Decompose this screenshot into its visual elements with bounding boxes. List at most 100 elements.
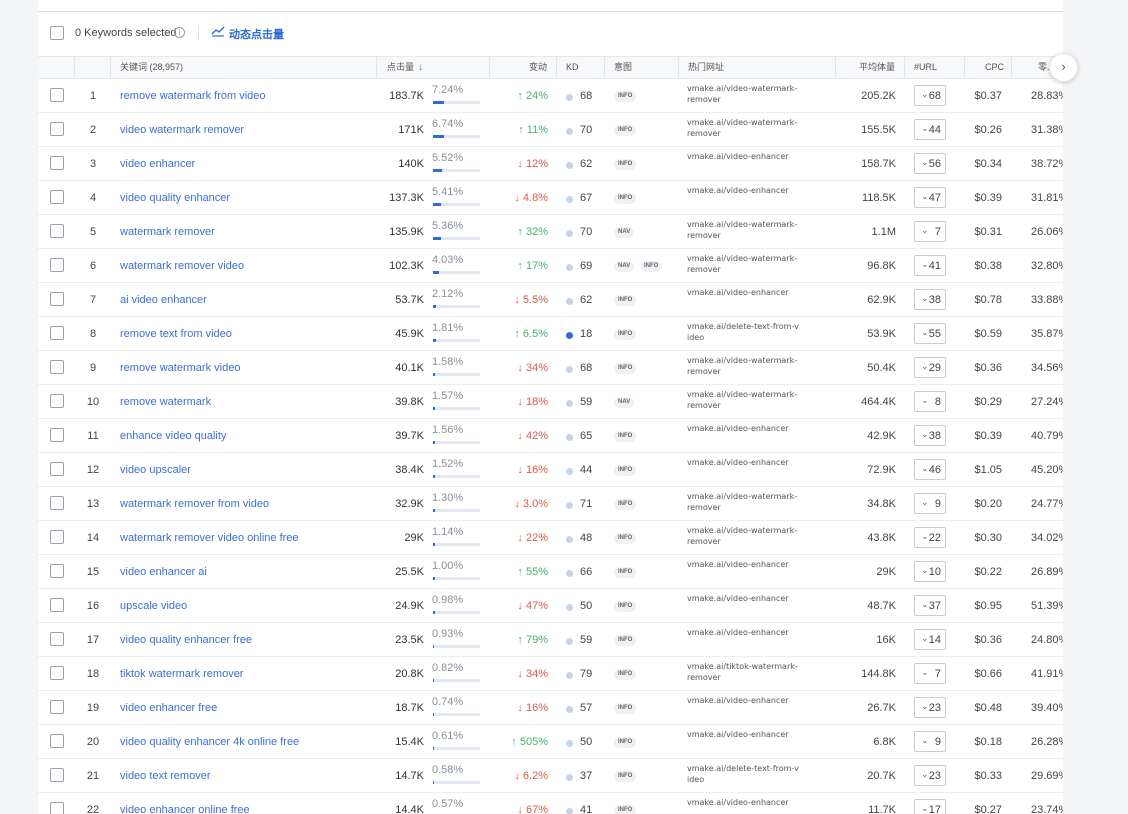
top-url-link[interactable]: vmake.ai/video-watermark-remover bbox=[687, 525, 799, 547]
row-checkbox[interactable] bbox=[50, 326, 64, 340]
top-url-link[interactable]: vmake.ai/video-watermark-remover bbox=[687, 491, 799, 513]
keyword-link[interactable]: ai video enhancer bbox=[120, 294, 207, 306]
row-checkbox[interactable] bbox=[50, 768, 64, 782]
row-checkbox[interactable] bbox=[50, 632, 64, 646]
url-count-dropdown[interactable]: ⌄ 38 bbox=[914, 425, 946, 446]
row-checkbox[interactable] bbox=[50, 292, 64, 306]
row-checkbox[interactable] bbox=[50, 700, 64, 714]
keyword-link[interactable]: video upscaler bbox=[120, 464, 191, 476]
row-checkbox[interactable] bbox=[50, 802, 64, 814]
row-checkbox[interactable] bbox=[50, 224, 64, 238]
keyword-link[interactable]: video text remover bbox=[120, 770, 210, 782]
table-row[interactable]: 6 watermark remover video 102.3K 4.03% ↑ 17%… bbox=[38, 249, 1063, 283]
header-top-url[interactable]: 热门网址 bbox=[688, 57, 724, 78]
url-count-dropdown[interactable]: ⌄ 56 bbox=[914, 153, 946, 174]
table-row[interactable]: 10 remove watermark 39.8K 1.57% ↓ 18% 59 NAV vm… bbox=[38, 385, 1063, 419]
top-url-link[interactable]: vmake.ai/tiktok-watermark-remover bbox=[687, 661, 799, 683]
top-url-link[interactable]: vmake.ai/video-enhancer bbox=[687, 287, 799, 298]
row-checkbox[interactable] bbox=[50, 666, 64, 680]
table-row[interactable]: 18 tiktok watermark remover 20.8K 0.82% ↓ 34… bbox=[38, 657, 1063, 691]
keyword-link[interactable]: watermark remover from video bbox=[120, 498, 269, 510]
scroll-right-button[interactable]: › bbox=[1049, 53, 1078, 82]
keyword-link[interactable]: video enhancer bbox=[120, 158, 195, 170]
url-count-dropdown[interactable]: ⌄ 14 bbox=[914, 629, 946, 650]
row-checkbox[interactable] bbox=[50, 530, 64, 544]
table-row[interactable]: 5 watermark remover 135.9K 5.36% ↑ 32% 70 NAV v… bbox=[38, 215, 1063, 249]
url-count-dropdown[interactable]: ⌄ 29 bbox=[914, 357, 946, 378]
row-checkbox[interactable] bbox=[50, 734, 64, 748]
url-count-dropdown[interactable]: ⌄ 10 bbox=[914, 561, 946, 582]
keyword-link[interactable]: remove watermark from video bbox=[120, 90, 266, 102]
trend-chart-icon[interactable] bbox=[211, 25, 225, 37]
table-row[interactable]: 15 video enhancer ai 25.5K 1.00% ↑ 55% 66 INFO… bbox=[38, 555, 1063, 589]
row-checkbox[interactable] bbox=[50, 598, 64, 612]
dynamic-clicks-button[interactable]: 动态点击量 bbox=[229, 26, 284, 42]
keyword-link[interactable]: video watermark remover bbox=[120, 124, 244, 136]
row-checkbox[interactable] bbox=[50, 394, 64, 408]
url-count-dropdown[interactable]: ⌄ 47 bbox=[914, 187, 946, 208]
table-row[interactable]: 12 video upscaler 38.4K 1.52% ↓ 16% 44 INFO vma… bbox=[38, 453, 1063, 487]
top-url-link[interactable]: vmake.ai/video-enhancer bbox=[687, 797, 799, 808]
keyword-link[interactable]: upscale video bbox=[120, 600, 187, 612]
url-count-dropdown[interactable]: ⌄ 8 bbox=[914, 391, 946, 412]
row-checkbox[interactable] bbox=[50, 258, 64, 272]
keyword-link[interactable]: remove watermark bbox=[120, 396, 211, 408]
url-count-dropdown[interactable]: ⌄ 7 bbox=[914, 663, 946, 684]
keyword-link[interactable]: video enhancer online free bbox=[120, 804, 250, 814]
row-checkbox[interactable] bbox=[50, 496, 64, 510]
keyword-link[interactable]: video quality enhancer free bbox=[120, 634, 252, 646]
top-url-link[interactable]: vmake.ai/video-watermark-remover bbox=[687, 253, 799, 275]
row-checkbox[interactable] bbox=[50, 156, 64, 170]
top-url-link[interactable]: vmake.ai/video-enhancer bbox=[687, 151, 799, 162]
url-count-dropdown[interactable]: ⌄ 22 bbox=[914, 527, 946, 548]
top-url-link[interactable]: vmake.ai/video-enhancer bbox=[687, 695, 799, 706]
url-count-dropdown[interactable]: ⌄ 17 bbox=[914, 799, 946, 814]
row-checkbox[interactable] bbox=[50, 190, 64, 204]
keyword-link[interactable]: video enhancer ai bbox=[120, 566, 207, 578]
top-url-link[interactable]: vmake.ai/video-watermark-remover bbox=[687, 117, 799, 139]
top-url-link[interactable]: vmake.ai/video-enhancer bbox=[687, 457, 799, 468]
top-url-link[interactable]: vmake.ai/delete-text-from-video bbox=[687, 321, 799, 343]
table-row[interactable]: 11 enhance video quality 39.7K 1.56% ↓ 42% 65… bbox=[38, 419, 1063, 453]
header-intent[interactable]: 意图 bbox=[614, 57, 632, 78]
keyword-link[interactable]: watermark remover video bbox=[120, 260, 244, 272]
url-count-dropdown[interactable]: ⌄ 44 bbox=[914, 119, 946, 140]
keyword-link[interactable]: remove watermark video bbox=[120, 362, 240, 374]
top-url-link[interactable]: vmake.ai/video-watermark-remover bbox=[687, 389, 799, 411]
url-count-dropdown[interactable]: ⌄ 46 bbox=[914, 459, 946, 480]
url-count-dropdown[interactable]: ⌄ 68 bbox=[914, 85, 946, 106]
header-change[interactable]: 变动 bbox=[529, 57, 547, 78]
table-row[interactable]: 19 video enhancer free 18.7K 0.74% ↓ 16% 57 IN… bbox=[38, 691, 1063, 725]
top-url-link[interactable]: vmake.ai/delete-text-from-video bbox=[687, 763, 799, 785]
row-checkbox[interactable] bbox=[50, 360, 64, 374]
url-count-dropdown[interactable]: ⌄ 41 bbox=[914, 255, 946, 276]
url-count-dropdown[interactable]: ⌄ 9 bbox=[914, 731, 946, 752]
table-row[interactable]: 14 watermark remover video online free 29K… bbox=[38, 521, 1063, 555]
header-keyword[interactable]: 关键词 (28,957) bbox=[120, 57, 183, 78]
row-checkbox[interactable] bbox=[50, 462, 64, 476]
url-count-dropdown[interactable]: ⌄ 38 bbox=[914, 289, 946, 310]
url-count-dropdown[interactable]: ⌄ 7 bbox=[914, 221, 946, 242]
keyword-link[interactable]: video enhancer free bbox=[120, 702, 217, 714]
top-url-link[interactable]: vmake.ai/video-enhancer bbox=[687, 729, 799, 740]
header-url-count[interactable]: #URL bbox=[914, 57, 937, 78]
row-checkbox[interactable] bbox=[50, 428, 64, 442]
row-checkbox[interactable] bbox=[50, 122, 64, 136]
table-row[interactable]: 13 watermark remover from video 32.9K 1.30%… bbox=[38, 487, 1063, 521]
info-icon[interactable]: i bbox=[174, 27, 185, 38]
select-all-checkbox[interactable] bbox=[50, 26, 64, 40]
table-row[interactable]: 8 remove text from video 45.9K 1.81% ↑ 6.5% 1… bbox=[38, 317, 1063, 351]
top-url-link[interactable]: vmake.ai/video-enhancer bbox=[687, 593, 799, 604]
top-url-link[interactable]: vmake.ai/video-enhancer bbox=[687, 559, 799, 570]
keyword-link[interactable]: video quality enhancer 4k online free bbox=[120, 736, 299, 748]
table-row[interactable]: 16 upscale video 24.9K 0.98% ↓ 47% 50 INFO vmak… bbox=[38, 589, 1063, 623]
top-url-link[interactable]: vmake.ai/video-watermark-remover bbox=[687, 83, 799, 105]
table-row[interactable]: 9 remove watermark video 40.1K 1.58% ↓ 34% 68… bbox=[38, 351, 1063, 385]
table-row[interactable]: 7 ai video enhancer 53.7K 2.12% ↓ 5.5% 62 INFO… bbox=[38, 283, 1063, 317]
row-checkbox[interactable] bbox=[50, 88, 64, 102]
url-count-dropdown[interactable]: ⌄ 23 bbox=[914, 765, 946, 786]
header-kd[interactable]: KD bbox=[566, 57, 579, 78]
keyword-link[interactable]: tiktok watermark remover bbox=[120, 668, 243, 680]
table-row[interactable]: 4 video quality enhancer 137.3K 5.41% ↓ 4.8%… bbox=[38, 181, 1063, 215]
keyword-link[interactable]: remove text from video bbox=[120, 328, 232, 340]
